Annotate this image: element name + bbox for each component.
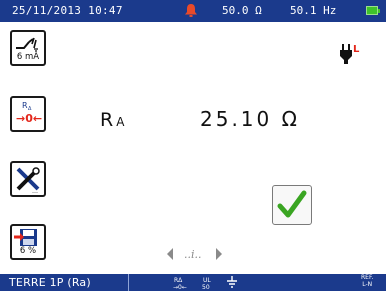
save-button[interactable]: 6 % [10, 224, 46, 260]
measurement-label-sub: A [116, 115, 126, 129]
reference-line1: REF. [361, 274, 374, 281]
svg-text:UL: UL [203, 277, 211, 284]
battery-full-icon [366, 6, 380, 15]
next-page-icon[interactable] [216, 248, 222, 260]
frequency-readout: 50.1 Hz [290, 4, 337, 17]
svg-text:→0←: →0← [16, 112, 42, 125]
mode-separator [128, 274, 129, 291]
previous-page-icon[interactable] [167, 248, 173, 260]
tools-button[interactable]: … [10, 161, 46, 197]
plug-connection-icon: L [340, 44, 360, 64]
svg-text:L: L [353, 44, 360, 55]
measurement-label-main: R [100, 109, 115, 131]
checkmark-pass-icon [277, 190, 307, 218]
reference-line2: L-N [362, 281, 373, 288]
resistance-readout: 50.0 Ω [222, 4, 262, 17]
status-bar: 25/11/2013 10:47 50.0 Ω 50.1 Hz [0, 0, 386, 22]
measurement-label: RA [100, 109, 125, 131]
svg-text:…: … [32, 188, 38, 195]
svg-text:→0←: →0← [173, 284, 187, 290]
result-indicator [272, 185, 312, 225]
svg-text:50: 50 [202, 284, 210, 290]
fault-current-button[interactable]: 6 mA [10, 30, 46, 66]
voltage-limit-icon: UL 50 [202, 277, 211, 290]
page-navigator[interactable]: ..i.. [160, 245, 228, 263]
measurement-value: 25.10 Ω [200, 107, 300, 131]
memory-usage-caption: 6 % [19, 246, 37, 256]
info-icon: ..i.. [184, 248, 202, 261]
mode-label: TERRE 1P (Ra) [9, 276, 91, 289]
svg-text:RΔ: RΔ [174, 277, 183, 284]
ra-zero-reset-icon: R Δ →0← [16, 101, 42, 125]
bell-alarm-icon [185, 4, 197, 17]
fault-current-caption: 6 mA [16, 52, 40, 62]
tools-settings-icon: … [16, 167, 40, 195]
reference-indicator: REF. L-N [361, 274, 373, 288]
datetime: 25/11/2013 10:47 [12, 4, 123, 17]
ra-zero-button[interactable]: R Δ →0← [10, 96, 46, 132]
earth-ground-icon [227, 276, 237, 288]
ra-zero-status-icon: RΔ →0← [173, 277, 187, 290]
mode-bar: TERRE 1P (Ra) RΔ →0← UL 50 REF. L-N [0, 274, 386, 291]
